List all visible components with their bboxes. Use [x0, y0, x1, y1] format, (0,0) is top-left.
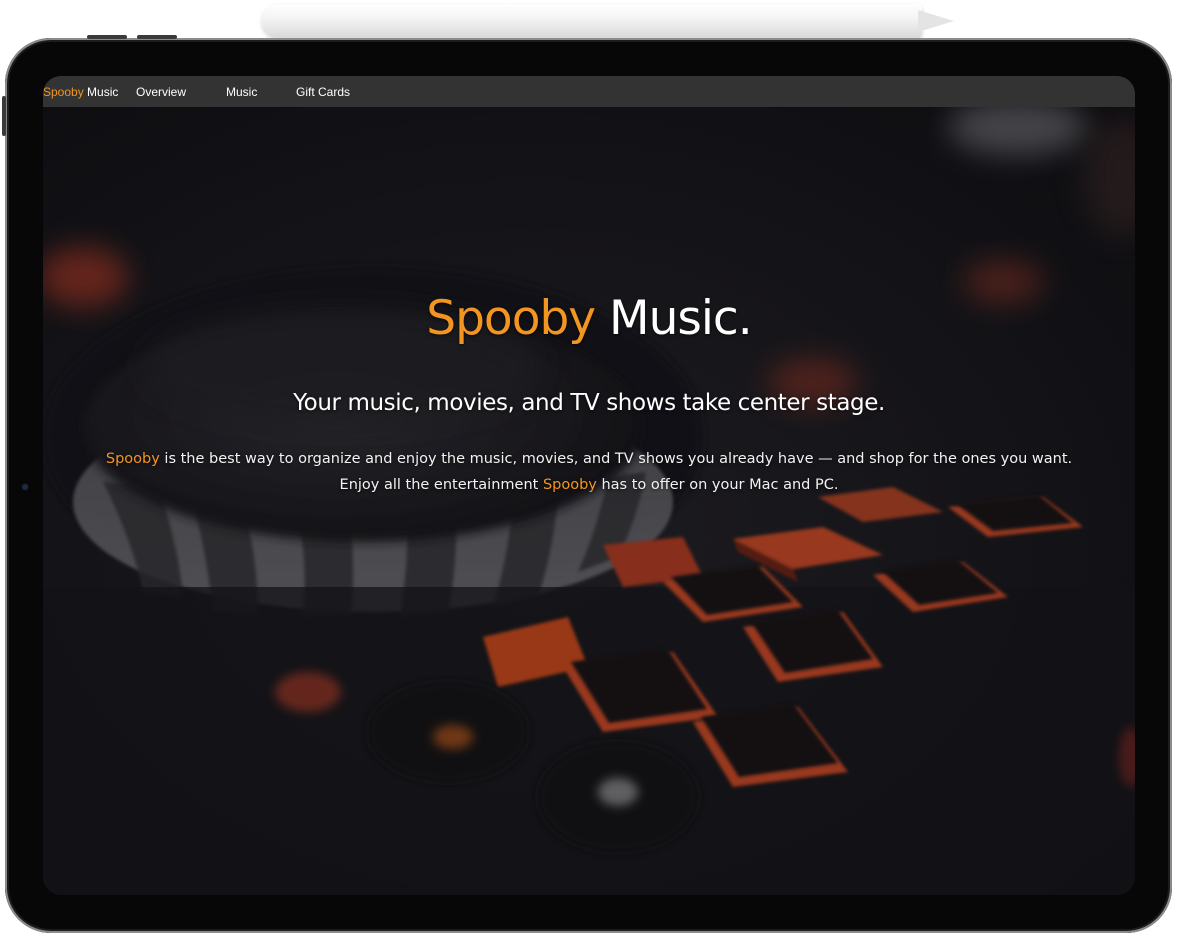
hero-subtitle: Your music, movies, and TV shows take ce…: [293, 390, 885, 416]
brand-logo-link[interactable]: Spooby Music: [43, 85, 118, 99]
brand-accent-text: Spooby: [43, 85, 84, 99]
hero-body-line2-start: Enjoy all the entertainment: [339, 477, 539, 493]
volume-button-2: [137, 35, 177, 39]
nav-item-overview[interactable]: Overview: [136, 85, 186, 99]
power-button: [2, 96, 6, 136]
hero-section: Spooby Music. Your music, movies, and TV…: [43, 107, 1135, 895]
hero-title-rest: Music.: [609, 291, 753, 346]
hero-overlay: [43, 107, 1135, 895]
hero-description: Spooby is the best way to organize and e…: [83, 446, 1095, 498]
hero-body-accent-1: Spooby: [105, 451, 160, 467]
hero-body-line2-end: has to offer on your Mac and PC.: [601, 477, 839, 493]
hero-title-accent: Spooby: [426, 291, 596, 346]
hero-body-accent-2: Spooby: [542, 477, 597, 493]
top-nav-bar: Spooby Music Overview Music Gift Cards: [43, 76, 1135, 107]
nav-item-gift-cards[interactable]: Gift Cards: [296, 85, 350, 99]
brand-rest-text: Music: [87, 85, 119, 99]
screen: Spooby Music Overview Music Gift Cards S…: [43, 76, 1135, 895]
stylus-tip: [918, 10, 954, 32]
hero-title: Spooby Music.: [43, 291, 1135, 347]
tablet-device-frame: Spooby Music Overview Music Gift Cards S…: [2, 35, 1172, 933]
volume-button: [87, 35, 127, 39]
front-camera-icon: [22, 484, 28, 490]
stylus-pencil: [262, 4, 922, 38]
nav-item-music[interactable]: Music: [226, 85, 257, 99]
hero-body-line1: is the best way to organize and enjoy th…: [164, 451, 1073, 467]
